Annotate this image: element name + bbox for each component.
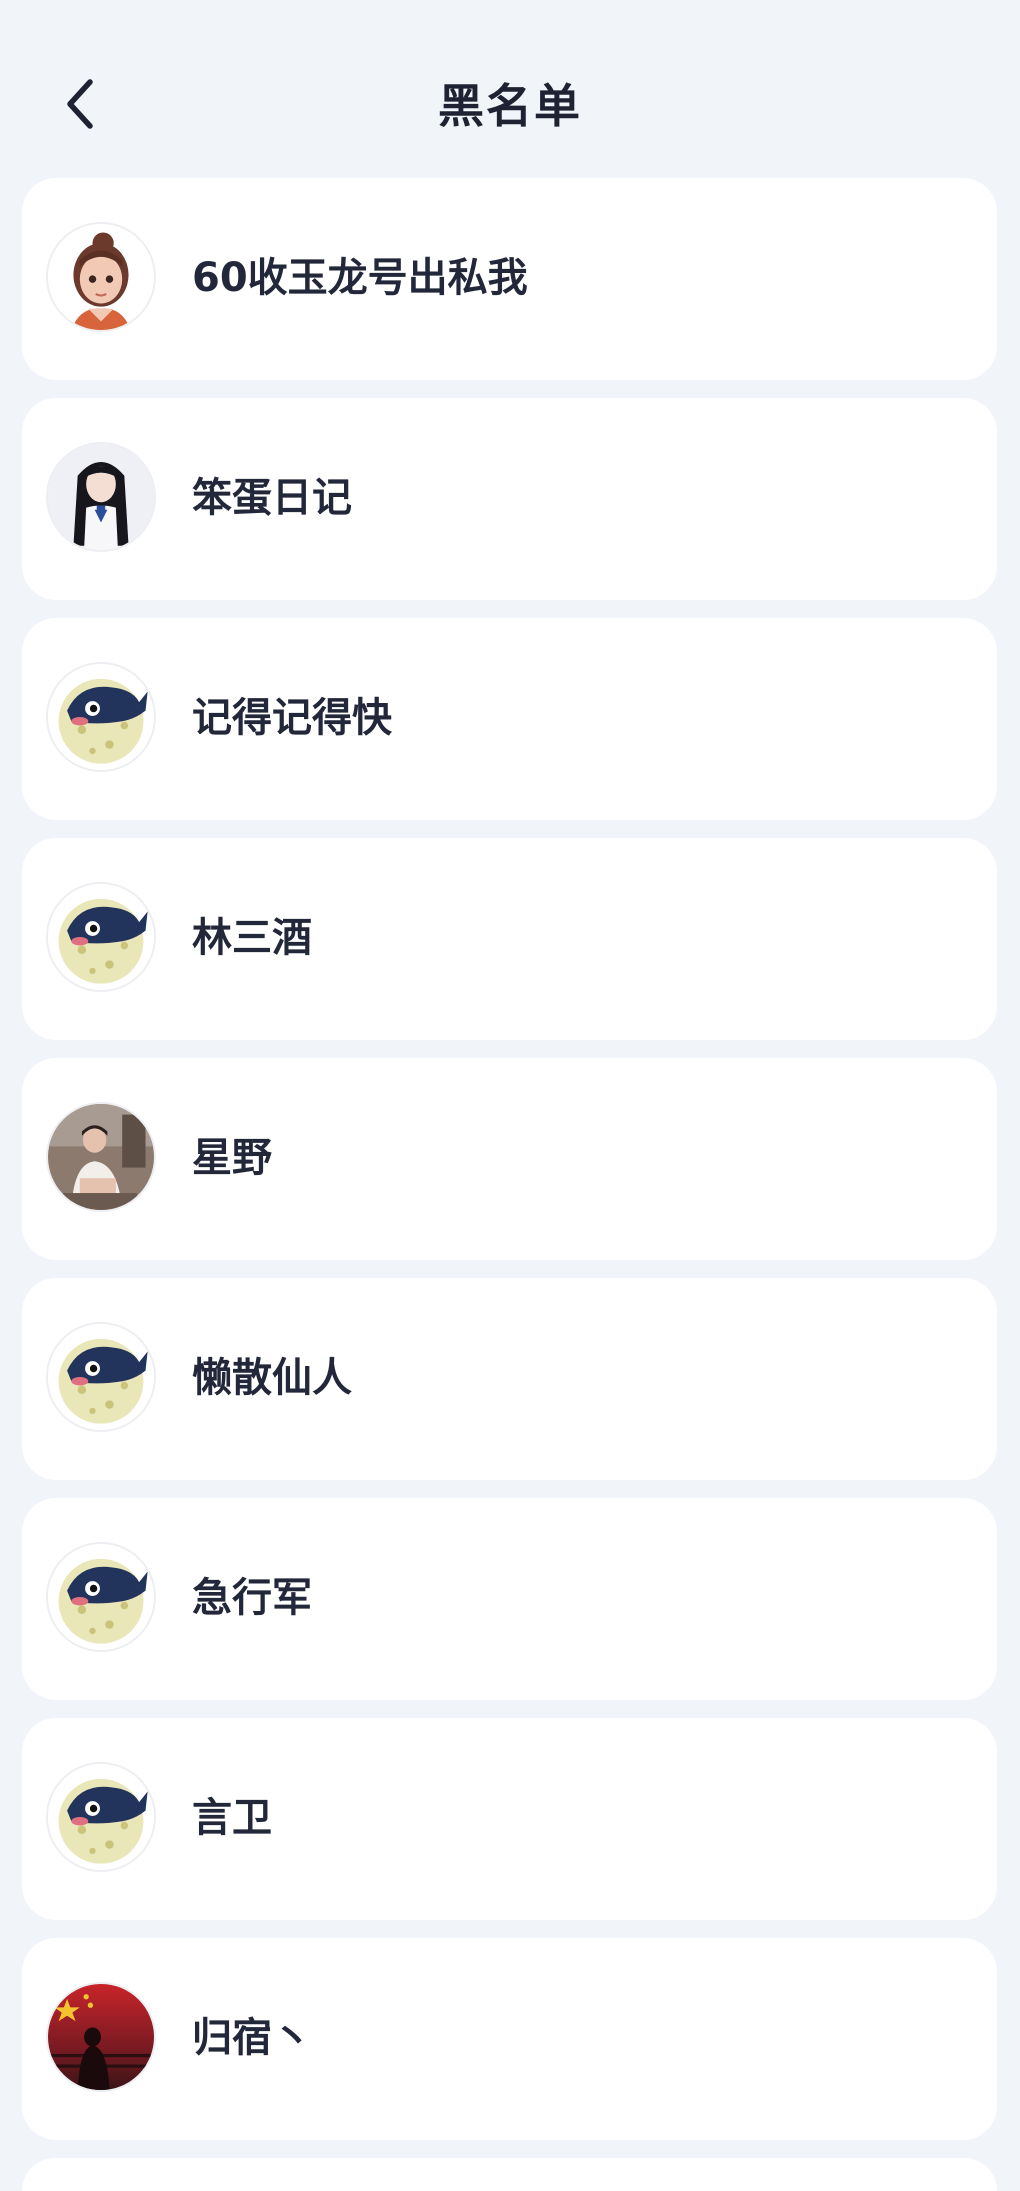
person-photo-avatar-icon [48,1104,154,1210]
page-title: 黑名单 [438,79,582,133]
avatar [46,1542,156,1652]
list-item[interactable]: 归宿丶 [22,1938,997,2140]
avatar [46,882,156,992]
avatar [46,442,156,552]
username: 笨蛋日记 [192,475,352,521]
username: 60收玉龙号出私我 [192,255,528,301]
avatar [46,662,156,772]
list-item[interactable]: 笨蛋日记 [22,398,997,600]
pufferfish-avatar-icon [48,884,154,990]
blocklist-page: 黑名单 60收玉龙号出私我 笨蛋日记 记得记得快 林三酒 星野 懒散仙人 急行军… [0,0,1020,2191]
avatar [46,1322,156,1432]
avatar [46,1102,156,1212]
avatar [46,222,156,332]
avatar [46,1762,156,1872]
username: 记得记得快 [192,695,392,741]
avatar [46,1982,156,2092]
username: 林三酒 [192,915,312,961]
username: 言卫 [192,1795,272,1841]
username: 懒散仙人 [192,1355,352,1401]
list-item[interactable]: 记得记得快 [22,618,997,820]
list-item[interactable]: 林三酒 [22,838,997,1040]
header: 黑名单 [0,0,1020,178]
pufferfish-avatar-icon [48,1544,154,1650]
pufferfish-avatar-icon [48,1764,154,1870]
list-item[interactable]: 星野 [22,1058,997,1260]
list-item[interactable]: 急行军 [22,1498,997,1700]
list-item[interactable] [22,2158,997,2191]
girl-photo-avatar-icon [48,444,154,550]
list-item[interactable]: 懒散仙人 [22,1278,997,1480]
username: 星野 [192,1135,272,1181]
username: 急行军 [192,1575,312,1621]
username: 归宿丶 [192,2015,312,2061]
cartoon-girl-avatar-icon [48,224,154,330]
flag-sunset-avatar-icon [48,1984,154,2090]
pufferfish-avatar-icon [48,1324,154,1430]
list-item[interactable]: 言卫 [22,1718,997,1920]
list-item[interactable]: 60收玉龙号出私我 [22,178,997,380]
pufferfish-avatar-icon [48,664,154,770]
